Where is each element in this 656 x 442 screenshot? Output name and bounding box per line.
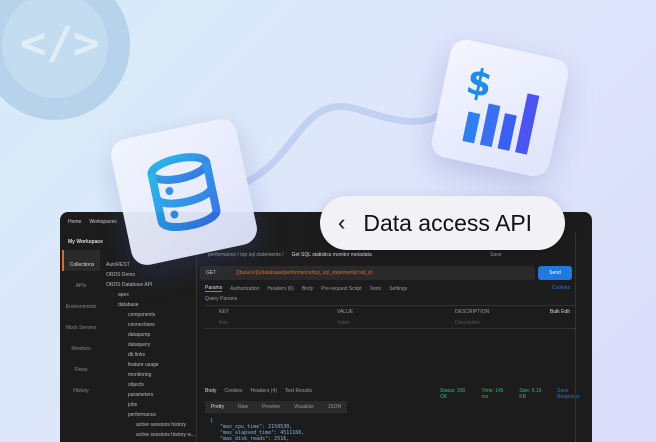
tab-tests[interactable]: Tests [370,286,382,292]
icon-rail: Collections APIs Environments Mock Serve… [62,250,100,397]
view-raw[interactable]: Raw [238,404,248,410]
tree-item[interactable]: ORDS Database API [102,280,194,290]
tree-item[interactable]: feature usage [102,360,194,370]
key-input[interactable]: Key [219,320,228,326]
collection-tree: AutoREST ORDS Demo ORDS Database API ape… [102,260,195,440]
home-tab[interactable]: Home [68,219,81,225]
tree-item[interactable]: apex [102,290,194,300]
save-button[interactable]: Save [490,252,501,258]
url-input[interactable]: {{baseUrl}}/database/performance/top_sql… [236,270,372,276]
tree-item[interactable]: performance [102,410,194,420]
view-preview[interactable]: Preview [262,404,280,410]
view-visualize[interactable]: Visualize [294,404,314,410]
request-name: Get SQL statistics monitor metadata [291,252,372,258]
tree-item[interactable]: parameters [102,390,194,400]
tree-item[interactable]: db links [102,350,194,360]
tab-body[interactable]: Body [302,286,313,292]
response-code: { "max_cpu_time": 2150530, "max_elapsed_… [210,418,304,442]
tab-headers[interactable]: Headers (6) [267,286,293,292]
workspace-name[interactable]: My Workspace [68,239,103,245]
tab-pre-request[interactable]: Pre-request Script [321,286,361,292]
format-select[interactable]: JSON [328,404,341,410]
col-key: KEY [219,309,230,315]
dollar-chart-icon: $ [428,36,572,180]
resp-tab-headers[interactable]: Headers (4) [250,388,276,394]
tree-item[interactable]: database [102,300,194,310]
rail-history[interactable]: History [62,376,100,397]
tab-authorization[interactable]: Authorization [230,286,259,292]
code-line: "max_disk_reads": 2516, [220,436,290,442]
rail-apis[interactable]: APIs [62,271,100,292]
col-description: DESCRIPTION [455,309,490,315]
tree-item[interactable]: objects [102,380,194,390]
description-input[interactable]: Description [455,320,480,326]
workspaces-menu[interactable]: Workspaces [89,219,116,225]
tree-item[interactable]: ORDS Demo [102,270,194,280]
response-time: Time: 145 ms [481,388,504,400]
tab-params[interactable]: Params [205,285,223,292]
status-code: Status: 200 OK [440,388,466,400]
tree-item[interactable]: jobs [102,400,194,410]
rail-collections[interactable]: Collections [62,250,100,271]
cookies-link[interactable]: Cookies [552,285,570,291]
hero-title: Data access API [363,209,533,236]
rail-monitors[interactable]: Monitors [62,334,100,355]
tab-settings[interactable]: Settings [389,286,407,292]
rail-environments[interactable]: Environments [62,292,100,313]
view-pretty[interactable]: Pretty [211,404,224,410]
resp-tab-body[interactable]: Body [205,388,216,394]
breadcrumb[interactable]: performance / top sql statements / [208,252,284,258]
tree-item[interactable]: active sessions history w... [102,430,195,440]
resp-tab-tests[interactable]: Test Results [285,388,312,394]
col-value: VALUE [337,309,354,315]
tree-item[interactable]: components [102,310,194,320]
query-params-label: Query Params [205,296,238,302]
data-access-api-pill[interactable]: ‹ Data access API [320,196,565,250]
method-select[interactable]: GET [206,270,216,276]
response-size: Size: 6.19 KB [519,388,542,400]
tree-item[interactable]: connections [102,320,194,330]
rail-flows[interactable]: Flows [62,355,100,376]
svg-text:$: $ [463,61,496,106]
resp-tab-cookies[interactable]: Cookies [224,388,242,394]
rail-mock-servers[interactable]: Mock Servers [62,313,100,334]
send-button[interactable]: Send [538,266,572,280]
chevron-left-icon[interactable]: ‹ [338,210,345,236]
value-input[interactable]: Value [337,320,349,326]
tree-item[interactable]: active sessions history [102,420,194,430]
bulk-edit-button[interactable]: Bulk Edit [550,309,570,315]
tree-item[interactable]: datapump [102,330,194,340]
database-icon [108,116,260,268]
tree-item[interactable]: monitoring [102,370,194,380]
tree-item[interactable]: dataquery [102,340,194,350]
